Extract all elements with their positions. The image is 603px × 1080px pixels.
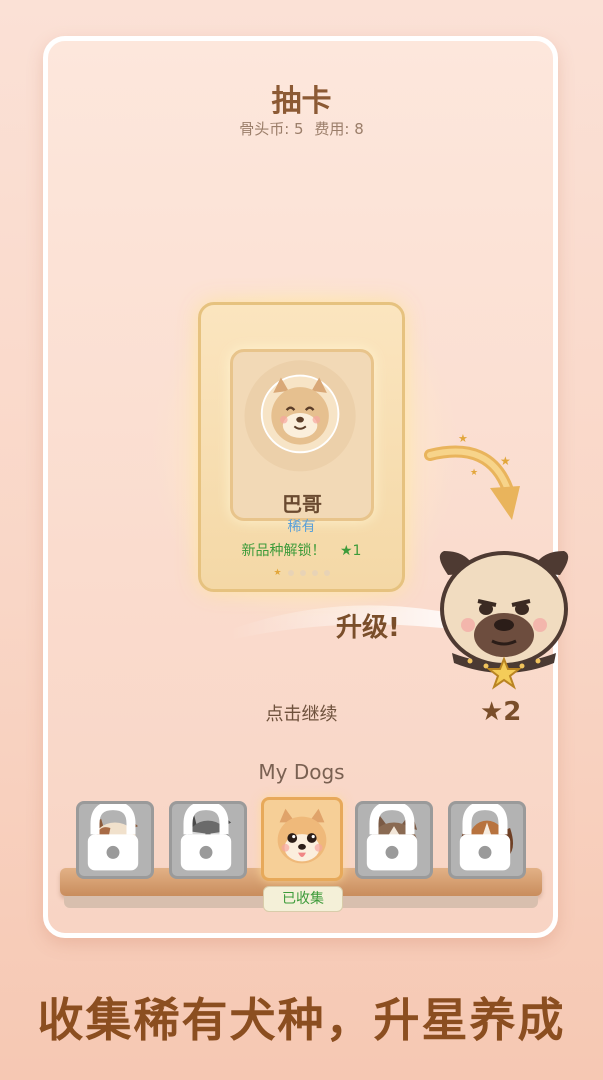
dog-slot-husky[interactable] xyxy=(355,801,433,879)
svg-text:★: ★ xyxy=(458,432,468,445)
pug-icon xyxy=(439,551,569,690)
shiba-icon xyxy=(277,808,327,864)
draw-cost: 费用: 8 xyxy=(314,120,364,138)
lock-icon xyxy=(459,804,511,871)
card-star-level: ★1 xyxy=(339,543,362,559)
svg-text:★: ★ xyxy=(500,454,511,468)
lock-icon xyxy=(180,804,232,871)
card-dog-name: 巴哥 xyxy=(282,492,322,516)
curved-arrow-icon: ★ ★ ★ xyxy=(424,432,520,520)
tap-to-continue[interactable]: 点击继续 xyxy=(0,700,603,726)
page-dot xyxy=(287,570,294,576)
bone-coin-count: 骨头币: 5 xyxy=(239,120,304,138)
currency-line: 骨头币: 5 费用: 8 xyxy=(0,118,603,139)
promo-banner: 收集稀有犬种，升星养成 xyxy=(37,993,566,1047)
upgrade-label: 升级! xyxy=(336,613,400,643)
svg-text:★: ★ xyxy=(470,468,478,478)
pug-upgrade-avatar xyxy=(430,545,578,695)
unlock-message: 新品种解锁！ ★1 xyxy=(198,540,405,560)
page-dot-active-icon: ★ xyxy=(273,568,282,578)
unlock-text: 新品种解锁！ xyxy=(241,543,326,559)
collection-title: My Dogs xyxy=(258,760,345,784)
card-rarity: 稀有 xyxy=(287,519,316,535)
card-page-dots: ★ xyxy=(198,568,405,578)
lock-icon xyxy=(87,804,139,871)
page-dot xyxy=(299,570,306,576)
dog-slot-beagle[interactable] xyxy=(448,801,526,879)
page-dot xyxy=(311,570,318,576)
page-dot xyxy=(323,570,330,576)
dog-slot-schnauzer[interactable] xyxy=(169,801,247,879)
page-title: 抽卡 xyxy=(271,84,332,119)
collected-badge: 已收集 xyxy=(263,886,343,912)
dog-slot-shiba[interactable] xyxy=(261,797,343,881)
lock-icon xyxy=(366,804,418,871)
dog-slot-bulldog[interactable] xyxy=(76,801,154,879)
